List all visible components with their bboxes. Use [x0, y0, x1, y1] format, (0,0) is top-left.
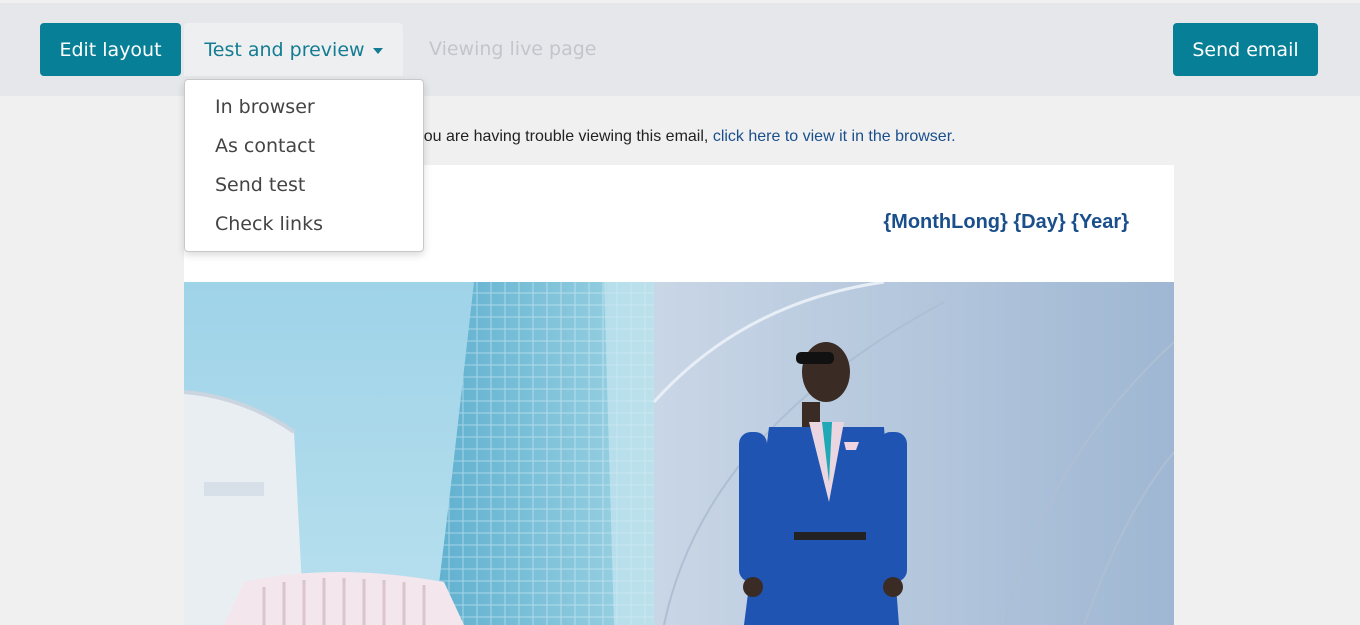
- menu-item-send-test[interactable]: Send test: [185, 166, 423, 205]
- menu-item-as-contact[interactable]: As contact: [185, 127, 423, 166]
- test-and-preview-button[interactable]: Test and preview: [184, 23, 403, 76]
- caret-down-icon: [372, 48, 383, 54]
- viewing-live-page-label: Viewing live page: [429, 38, 597, 60]
- edit-layout-button[interactable]: Edit layout: [40, 23, 181, 76]
- notice-text: If you are having trouble viewing this e…: [402, 128, 713, 145]
- send-email-button[interactable]: Send email: [1173, 23, 1318, 76]
- date-placeholder: {MonthLong} {Day} {Year}: [883, 211, 1129, 233]
- test-and-preview-dropdown: In browser As contact Send test Check li…: [184, 79, 424, 252]
- edit-layout-label: Edit layout: [59, 38, 162, 61]
- view-in-browser-link[interactable]: click here to view it in the browser.: [713, 128, 956, 145]
- menu-item-in-browser[interactable]: In browser: [185, 88, 423, 127]
- hero-image: [184, 282, 1174, 625]
- menu-item-check-links[interactable]: Check links: [185, 205, 423, 244]
- test-and-preview-label: Test and preview: [204, 38, 365, 61]
- send-email-label: Send email: [1192, 38, 1299, 61]
